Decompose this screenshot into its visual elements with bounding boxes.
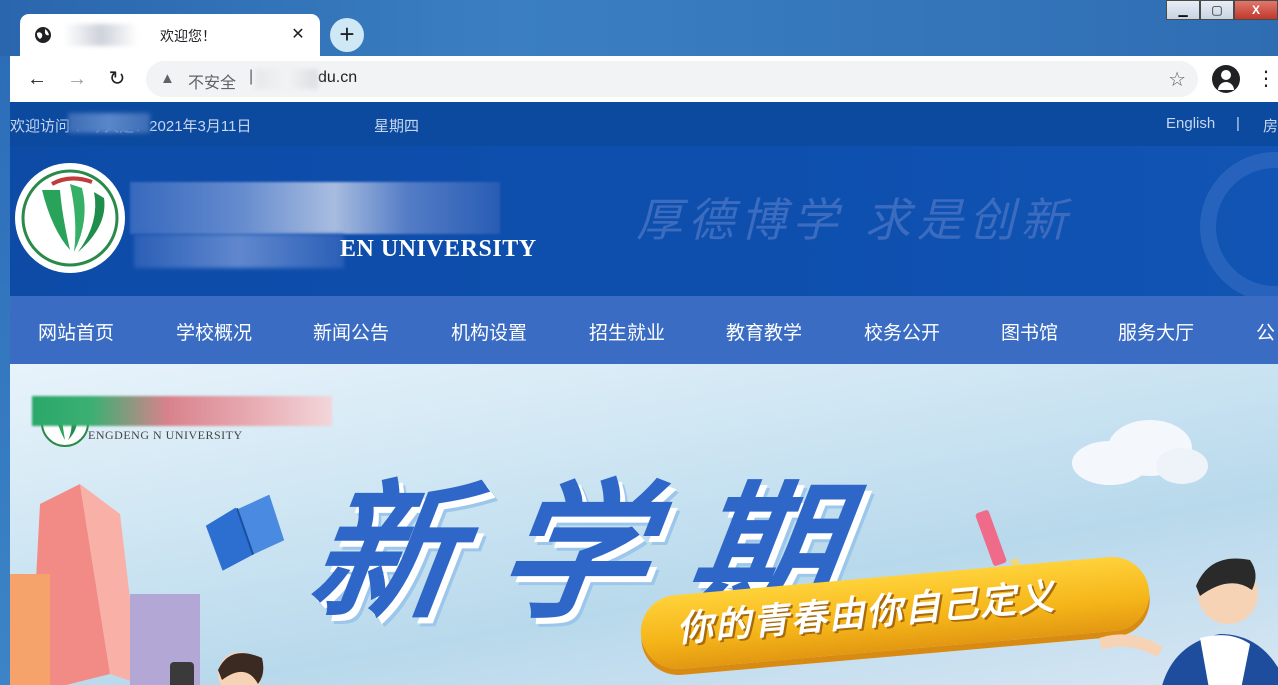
nav-item-service-hall[interactable]: 服务大厅 [1118,318,1194,345]
site-topbar: 欢迎访问 ！今天是：2021年3月11日 星期四 English | 房 [10,102,1278,146]
nav-item-overview[interactable]: 学校概况 [176,318,252,345]
nav-item-public-affairs[interactable]: 校务公开 [864,318,940,345]
close-window-button[interactable]: X [1234,0,1278,20]
nav-item-news[interactable]: 新闻公告 [313,318,389,345]
nav-item-departments[interactable]: 机构设置 [451,318,527,345]
girl-illustration [170,652,264,685]
warning-icon[interactable]: ▲ [160,70,175,87]
nav-item-admissions[interactable]: 招生就业 [589,318,665,345]
banner-logo-redaction [32,396,332,426]
security-label[interactable]: 不安全 [188,69,236,93]
english-link[interactable]: English [1166,115,1215,132]
web-page: 欢迎访问 ！今天是：2021年3月11日 星期四 English | 房 EN … [10,102,1278,685]
hero-banner[interactable]: ENGDENG N UNIVERSITY 新学期 你的青春由你自己定义 [10,364,1278,685]
url-text[interactable]: du.cn [318,69,357,87]
close-tab-icon[interactable]: ✕ [288,24,308,44]
welcome-redaction [68,113,150,133]
browser-window: 欢迎您！ ✕ + ▁ ▢ X ← → ↻ ▲ 不安全 | du.cn ☆ ⋮ 欢… [0,0,1278,685]
back-button[interactable]: ← [24,66,50,92]
active-tab[interactable]: 欢迎您！ ✕ [20,14,320,56]
emblem-watermark [1200,152,1278,296]
url-redaction [256,69,318,89]
account-avatar-icon[interactable] [1212,65,1240,93]
address-separator: | [249,68,254,85]
nav-item-home[interactable]: 网站首页 [38,318,114,345]
nav-item-education[interactable]: 教育教学 [726,318,802,345]
browser-toolbar: ← → ↻ ▲ 不安全 | du.cn ☆ ⋮ [10,56,1278,102]
nav-item-more[interactable]: 公 [1256,318,1275,345]
tab-title: 欢迎您！ [160,28,216,44]
topbar-separator: | [1236,115,1240,132]
book-illustration [205,494,285,571]
forward-button[interactable]: → [64,66,90,92]
minimize-button[interactable]: ▁ [1166,0,1200,20]
tab-title-redaction [64,24,138,46]
university-logo-icon[interactable] [12,160,128,276]
cloud-illustration [1072,420,1208,485]
new-tab-button[interactable]: + [330,18,364,52]
student-illustration [1100,558,1278,685]
site-header: EN UNIVERSITY 厚德博学 求是创新 [10,146,1278,296]
reload-button[interactable]: ↻ [104,66,130,92]
browser-menu-icon[interactable]: ⋮ [1256,66,1276,92]
university-name-redaction [130,182,500,234]
topbar-more-link[interactable]: 房 [1263,115,1278,136]
bookmark-star-icon[interactable]: ☆ [1168,67,1186,92]
university-english-name: EN UNIVERSITY [340,236,537,262]
maximize-button[interactable]: ▢ [1200,0,1234,20]
main-nav: 网站首页 学校概况 新闻公告 机构设置 招生就业 教育教学 校务公开 图书馆 服… [10,296,1278,364]
address-bar[interactable]: ▲ 不安全 | du.cn ☆ [146,61,1198,97]
nav-item-library[interactable]: 图书馆 [1001,318,1058,345]
banner-logo-subtitle: ENGDENG N UNIVERSITY [88,428,243,442]
university-motto: 厚德博学 求是创新 [636,193,1073,247]
globe-icon [35,27,51,43]
tab-strip: 欢迎您！ ✕ + ▁ ▢ X [0,0,1278,56]
university-name-redaction-2 [134,234,344,268]
weekday-text: 星期四 [374,118,420,135]
